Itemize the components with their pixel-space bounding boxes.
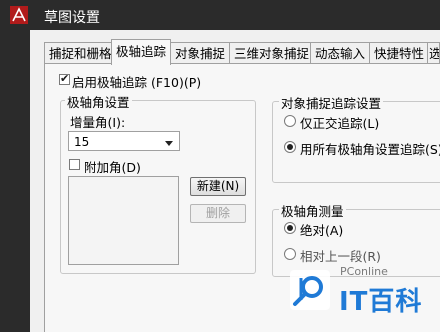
polar-angle-settings-title: 极轴角设置 bbox=[65, 92, 132, 111]
orthogonal-tracking-radio[interactable] bbox=[284, 115, 296, 127]
enable-polar-label: 启用极轴追踪 (F10)(P) bbox=[72, 75, 202, 90]
chevron-down-icon bbox=[165, 141, 173, 146]
increment-angle-combo[interactable]: 15 bbox=[68, 131, 180, 151]
object-snap-tracking-title: 对象捕捉追踪设置 bbox=[279, 93, 384, 112]
tab-dynamic-input[interactable]: 动态输入 bbox=[310, 42, 371, 64]
tab-polar-tracking[interactable]: 极轴追踪 bbox=[111, 39, 172, 65]
additional-angles-checkbox[interactable] bbox=[69, 159, 80, 170]
watermark-brand-small: PConline bbox=[340, 265, 388, 278]
polar-angle-measurement-title: 极轴角测量 bbox=[279, 201, 346, 220]
pconline-logo-icon bbox=[290, 270, 330, 310]
check-icon: ✔ bbox=[60, 72, 70, 85]
new-angle-button[interactable]: 新建(N) bbox=[190, 177, 246, 196]
increment-angle-value: 15 bbox=[74, 135, 90, 149]
delete-angle-button[interactable]: 删除 bbox=[190, 204, 246, 223]
additional-angles-label: 附加角(D) bbox=[84, 160, 141, 175]
absolute-label: 绝对(A) bbox=[300, 223, 344, 238]
window-frame bbox=[0, 30, 30, 332]
tab-quick-properties[interactable]: 快捷特性 bbox=[369, 42, 430, 64]
window-title: 草图设置 bbox=[44, 10, 100, 26]
radio-selected-dot bbox=[287, 144, 293, 150]
tab-snap-grid[interactable]: 捕捉和栅格 bbox=[44, 42, 117, 64]
tab-divider bbox=[44, 63, 440, 64]
watermark-brand-large: IT百科 bbox=[339, 287, 423, 317]
tab-object-snap[interactable]: 对象捕捉 bbox=[170, 42, 231, 64]
absolute-radio[interactable] bbox=[284, 222, 296, 234]
all-polar-tracking-label: 用所有极轴角设置追踪(S) bbox=[300, 142, 440, 157]
relative-label: 相对上一段(R) bbox=[300, 249, 381, 264]
relative-radio[interactable] bbox=[284, 248, 296, 260]
title-bar: 草图设置 bbox=[0, 0, 440, 30]
tab-3d-object-snap[interactable]: 三维对象捕捉 bbox=[229, 42, 315, 64]
increment-angle-label: 增量角(I): bbox=[70, 115, 126, 130]
tab-selection-cycling[interactable]: 选 bbox=[427, 42, 440, 64]
all-polar-tracking-radio[interactable] bbox=[284, 141, 296, 153]
orthogonal-tracking-label: 仅正交追踪(L) bbox=[300, 116, 380, 131]
additional-angles-list[interactable] bbox=[68, 176, 179, 265]
enable-polar-checkbox[interactable]: ✔ bbox=[59, 72, 70, 85]
autocad-logo-icon bbox=[10, 6, 28, 24]
radio-selected-dot bbox=[287, 225, 293, 231]
